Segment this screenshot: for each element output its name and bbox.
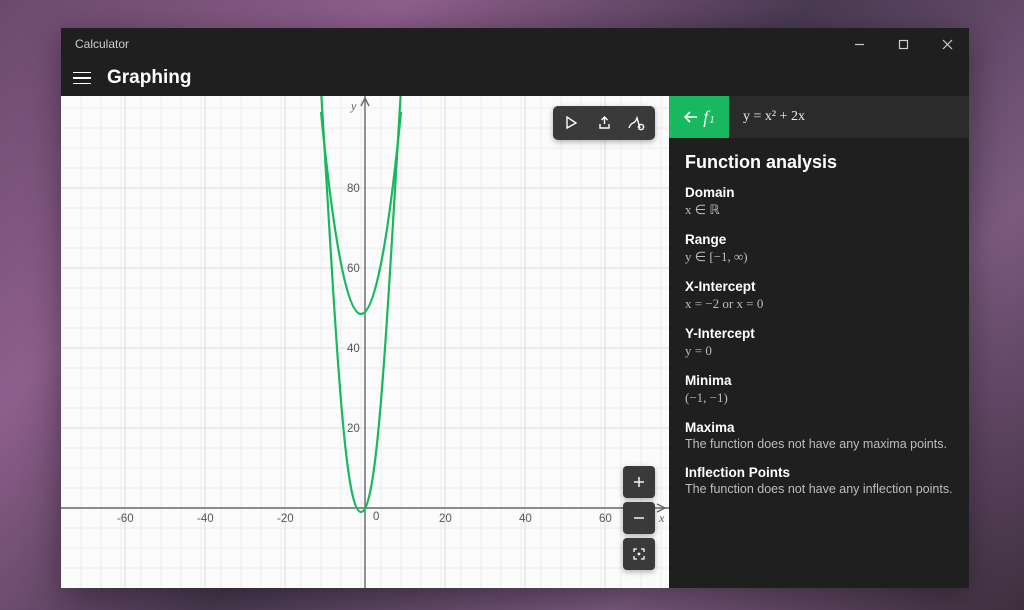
prop-label: Domain	[685, 185, 953, 200]
window-controls	[837, 28, 969, 60]
x-axis-label: x	[658, 511, 665, 525]
function-f: f	[703, 107, 708, 128]
maximize-button[interactable]	[881, 28, 925, 60]
prop-x-intercept: X-Intercept x = −2 or x = 0	[685, 279, 953, 312]
analysis-pane: f1 y = x² + 2x Function analysis Domain …	[669, 96, 969, 588]
prop-label: X-Intercept	[685, 279, 953, 294]
back-button[interactable]: f1	[669, 96, 729, 138]
zoom-out-button[interactable]	[623, 502, 655, 534]
y-tick: 20	[347, 423, 360, 435]
prop-label: Range	[685, 232, 953, 247]
prop-desc: The function does not have any inflectio…	[685, 482, 953, 496]
y-tick: 80	[347, 183, 360, 195]
minimize-button[interactable]	[837, 28, 881, 60]
graph-pane[interactable]: y x -60 -40 -20 20 40 60 20 40 60 80 0	[61, 96, 669, 588]
prop-domain: Domain x ∈ ℝ	[685, 185, 953, 218]
app-window: Calculator Graphing	[61, 28, 969, 588]
graph-toolbar	[553, 106, 655, 140]
x-tick: -20	[277, 513, 294, 525]
close-button[interactable]	[925, 28, 969, 60]
y-axis-label: y	[350, 99, 357, 113]
origin-label: 0	[373, 511, 379, 523]
prop-value: (−1, −1)	[685, 390, 953, 406]
graph-settings-icon[interactable]	[621, 110, 651, 136]
prop-value: y ∈ [−1, ∞)	[685, 249, 953, 265]
x-tick: 40	[519, 513, 532, 525]
prop-value: x = −2 or x = 0	[685, 296, 953, 312]
prop-maxima: Maxima The function does not have any ma…	[685, 420, 953, 451]
y-tick: 40	[347, 343, 360, 355]
graph-canvas[interactable]: y x -60 -40 -20 20 40 60 20 40 60 80 0	[61, 96, 669, 588]
zoom-fit-button[interactable]	[623, 538, 655, 570]
prop-minima: Minima (−1, −1)	[685, 373, 953, 406]
window-title: Calculator	[75, 37, 129, 51]
header: Graphing	[61, 60, 969, 96]
hamburger-menu-icon[interactable]	[73, 72, 93, 85]
x-tick: 20	[439, 513, 452, 525]
prop-label: Y-Intercept	[685, 326, 953, 341]
analysis-body: Function analysis Domain x ∈ ℝ Range y ∈…	[669, 138, 969, 588]
zoom-in-button[interactable]	[623, 466, 655, 498]
content: y x -60 -40 -20 20 40 60 20 40 60 80 0	[61, 96, 969, 588]
prop-value: y = 0	[685, 343, 953, 359]
share-icon[interactable]	[589, 110, 619, 136]
function-expression: y = x² + 2x	[729, 96, 969, 138]
prop-desc: The function does not have any maxima po…	[685, 437, 953, 451]
prop-y-intercept: Y-Intercept y = 0	[685, 326, 953, 359]
prop-value: x ∈ ℝ	[685, 202, 953, 218]
prop-label: Minima	[685, 373, 953, 388]
function-index: 1	[709, 114, 715, 126]
prop-inflection: Inflection Points The function does not …	[685, 465, 953, 496]
function-symbol: f1	[703, 107, 715, 128]
zoom-panel	[623, 466, 655, 570]
prop-range: Range y ∈ [−1, ∞)	[685, 232, 953, 265]
x-tick: 60	[599, 513, 612, 525]
titlebar: Calculator	[61, 28, 969, 60]
trace-icon[interactable]	[557, 110, 587, 136]
analysis-title: Function analysis	[685, 152, 953, 173]
x-tick: -40	[197, 513, 214, 525]
prop-label: Maxima	[685, 420, 953, 435]
function-header: f1 y = x² + 2x	[669, 96, 969, 138]
x-tick: -60	[117, 513, 134, 525]
mode-title: Graphing	[107, 67, 191, 89]
prop-label: Inflection Points	[685, 465, 953, 480]
y-tick: 60	[347, 263, 360, 275]
